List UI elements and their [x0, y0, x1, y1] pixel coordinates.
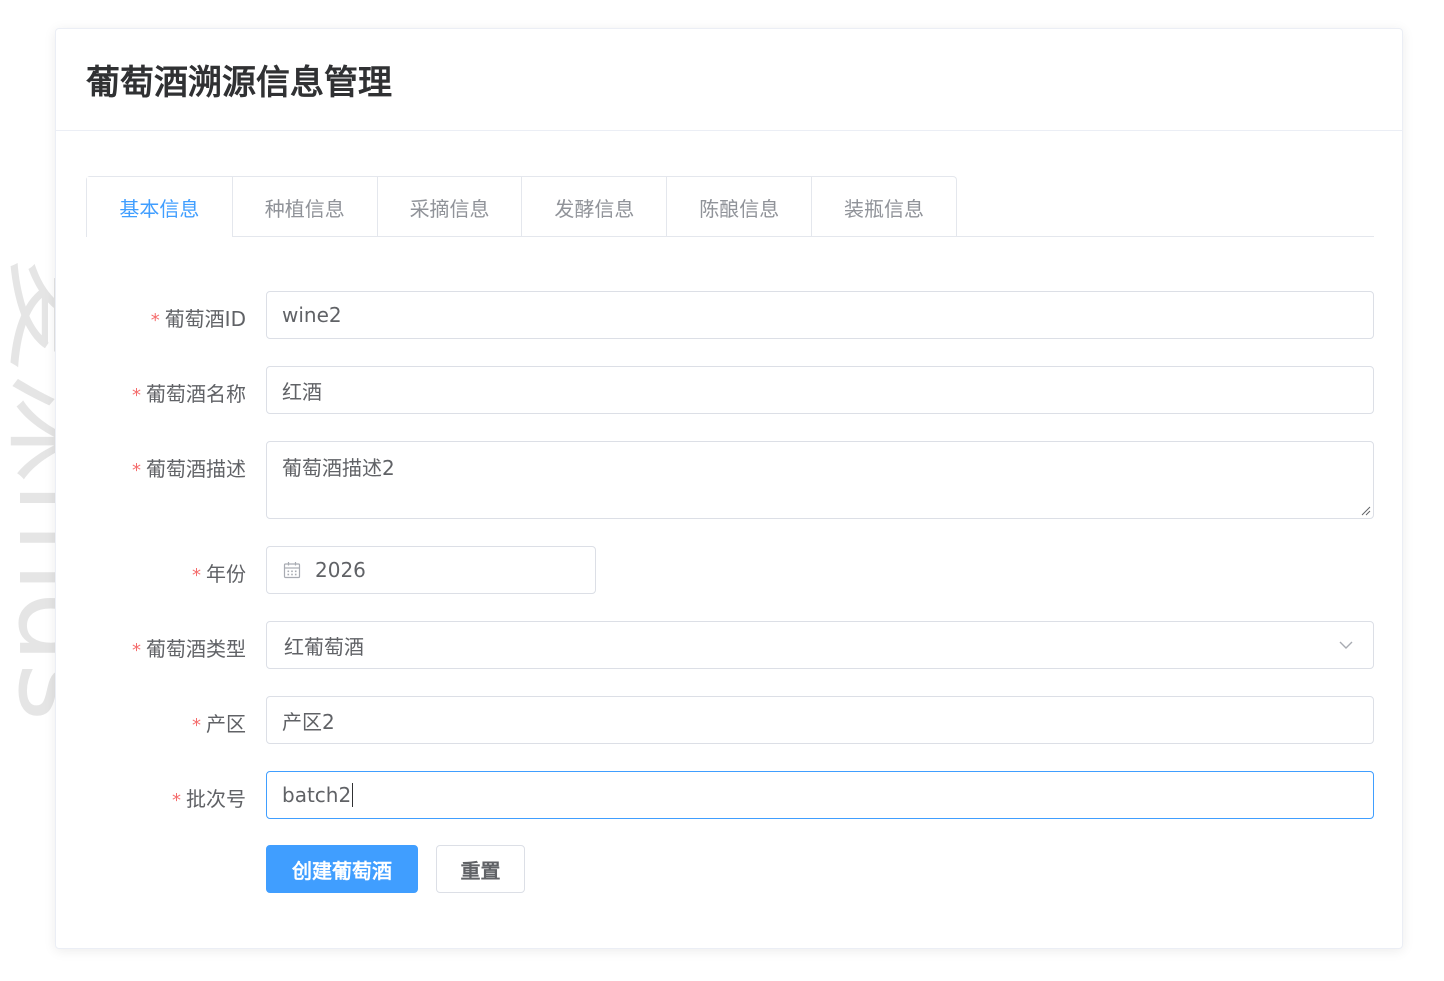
year-date-picker[interactable]: 2026	[266, 546, 596, 594]
tab-list: 基本信息 种植信息 采摘信息 发酵信息 陈酿信息 装瓶信息	[86, 176, 957, 238]
year-label: * 年份	[192, 562, 246, 586]
required-mark: *	[150, 310, 160, 331]
batch-no-value: batch2	[282, 783, 352, 807]
tab-basic-info[interactable]: 基本信息	[87, 177, 232, 238]
card-header: 葡萄酒溯源信息管理	[56, 29, 1402, 131]
wine-id-input[interactable]: wine2	[266, 291, 1374, 339]
required-mark: *	[172, 790, 181, 811]
create-wine-button[interactable]: 创建葡萄酒	[266, 845, 418, 893]
region-value: 产区2	[282, 709, 335, 734]
required-mark: *	[192, 715, 201, 736]
tabs-bar: 基本信息 种植信息 采摘信息 发酵信息 陈酿信息 装瓶信息	[86, 176, 1374, 238]
batch-no-label: * 批次号	[172, 787, 246, 811]
required-mark: *	[192, 565, 201, 586]
required-mark: *	[132, 385, 141, 406]
page-title: 葡萄酒溯源信息管理	[86, 63, 392, 103]
chevron-down-icon	[1339, 641, 1353, 649]
wine-type-value: 红葡萄酒	[284, 634, 364, 659]
region-input[interactable]: 产区2	[266, 696, 1374, 744]
tab-planting-info[interactable]: 种植信息	[231, 177, 377, 237]
wine-type-label: * 葡萄酒类型	[132, 637, 246, 661]
wine-desc-label: * 葡萄酒描述	[132, 457, 246, 481]
tab-bottling-info[interactable]: 装瓶信息	[811, 177, 956, 237]
wine-type-select[interactable]: 红葡萄酒	[266, 621, 1374, 669]
tab-aging-info[interactable]: 陈酿信息	[666, 177, 811, 237]
region-label: * 产区	[192, 712, 246, 736]
batch-no-input[interactable]: batch2	[266, 771, 1374, 819]
resize-handle-icon[interactable]	[1361, 506, 1371, 516]
text-caret	[352, 783, 354, 807]
required-mark: *	[132, 460, 141, 481]
wine-id-label: * 葡萄酒ID	[150, 307, 246, 331]
wine-desc-textarea[interactable]: 葡萄酒描述2	[266, 441, 1374, 519]
wine-desc-value: 葡萄酒描述2	[282, 456, 395, 480]
wine-form-card: 葡萄酒溯源信息管理 基本信息 种植信息 采摘信息 发酵信息 陈酿信息 装瓶信息 …	[55, 28, 1403, 949]
tab-fermentation-info[interactable]: 发酵信息	[521, 177, 666, 237]
calendar-icon	[283, 562, 301, 579]
wine-name-label: * 葡萄酒名称	[132, 382, 246, 406]
wine-id-value: wine2	[282, 303, 342, 327]
required-mark: *	[132, 640, 141, 661]
year-value: 2026	[315, 558, 366, 582]
tab-picking-info[interactable]: 采摘信息	[376, 177, 522, 237]
reset-button[interactable]: 重置	[436, 845, 525, 893]
wine-name-value: 红酒	[282, 379, 322, 404]
wine-name-input[interactable]: 红酒	[266, 366, 1374, 414]
